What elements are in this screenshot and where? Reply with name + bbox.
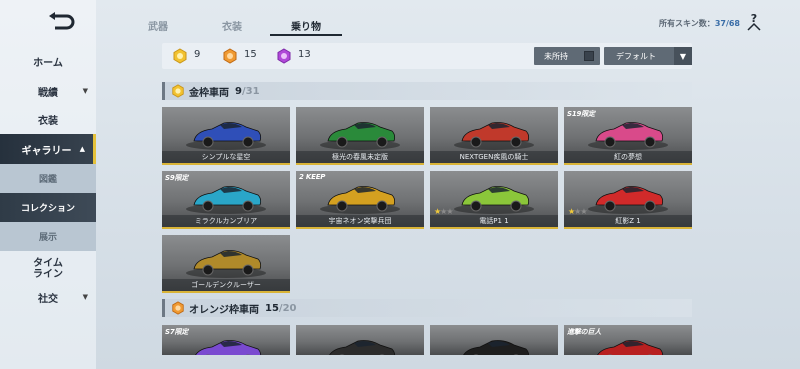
back-arrow-icon bbox=[49, 12, 75, 30]
vehicle-image bbox=[463, 340, 530, 355]
vehicle-image bbox=[320, 122, 400, 150]
vehicle-skin-card[interactable]: 極光の春風未定版 bbox=[296, 107, 424, 165]
sidebar-item-outfit[interactable]: 衣装 bbox=[0, 104, 96, 134]
limited-badge: S7限定 bbox=[165, 328, 189, 336]
sidebar-item-timeline[interactable]: タイム ライン bbox=[0, 252, 96, 286]
owned-skin-count: 所有スキン数：37/68 bbox=[659, 18, 740, 29]
vehicle-skin-card[interactable]: S9限定ミラクルカンブリア bbox=[162, 171, 290, 229]
vehicle-skin-name: ミラクルカンブリア bbox=[162, 215, 290, 227]
vehicle-image bbox=[186, 250, 266, 278]
sort-dropdown[interactable]: デフォルト ▼ bbox=[604, 47, 692, 65]
chevron-down-icon: ▼ bbox=[82, 87, 88, 95]
limited-badge: 進撃の巨人 bbox=[567, 328, 601, 336]
vehicle-skin-card[interactable]: ★★★ 電話P1 1 bbox=[430, 171, 558, 229]
sidebar-item-label: ホーム bbox=[33, 57, 63, 69]
vehicle-skin-card[interactable] bbox=[296, 325, 424, 355]
vehicle-image bbox=[454, 122, 534, 150]
tab-weapons[interactable]: 武器 bbox=[130, 14, 186, 36]
section-total-count: /31 bbox=[241, 85, 260, 97]
help-icon: ? bbox=[747, 12, 761, 31]
sidebar-item-gallery[interactable]: ギャラリー ▲ bbox=[0, 134, 96, 164]
skin-count-label: 所有スキン数： bbox=[659, 19, 715, 28]
filter-bar: 9 15 13 未所持 デフォルト ▼ bbox=[162, 43, 692, 69]
sidebar-item-home[interactable]: ホーム bbox=[0, 46, 96, 76]
vehicle-image bbox=[186, 122, 266, 150]
sidebar-item-label: 図鑑 bbox=[38, 175, 57, 185]
orange-count: 15 bbox=[244, 49, 257, 60]
vehicle-skin-name: シンプルな星空 bbox=[162, 151, 290, 163]
purple-rarity-icon bbox=[277, 48, 291, 64]
limited-badge: 2 KEEP bbox=[299, 173, 326, 181]
vehicle-skin-name: NEXTGEN疾風の騎士 bbox=[430, 151, 558, 163]
limited-badge: S9限定 bbox=[165, 174, 189, 182]
gold-count: 9 bbox=[194, 49, 201, 60]
vehicle-skin-card[interactable]: S19限定紅の夢想 bbox=[564, 107, 692, 165]
tab-outfits[interactable]: 衣装 bbox=[204, 14, 260, 36]
section-header-orange: オレンジ枠車両 15/20 bbox=[162, 299, 692, 317]
orange-rarity-icon bbox=[223, 48, 237, 64]
vehicle-skin-card[interactable]: S7限定 bbox=[162, 325, 290, 355]
vehicle-skin-card[interactable]: 進撃の巨人 bbox=[564, 325, 692, 355]
section-title: 金枠車両 bbox=[189, 87, 229, 99]
unowned-filter-toggle[interactable]: 未所持 bbox=[534, 47, 600, 65]
vehicle-skin-name: ゴールデンクルーザー bbox=[162, 279, 290, 291]
vehicle-skin-card[interactable]: シンプルな星空 bbox=[162, 107, 290, 165]
skin-count-value: 37/68 bbox=[714, 19, 740, 28]
section-owned-count: 15 bbox=[265, 302, 279, 314]
checkbox-icon bbox=[584, 51, 594, 61]
vehicle-skin-card[interactable] bbox=[430, 325, 558, 355]
active-tab-underline bbox=[270, 34, 342, 36]
vehicle-skin-card[interactable]: ★★★ 紅影Z 1 bbox=[564, 171, 692, 229]
section-title: オレンジ枠車両 bbox=[189, 304, 259, 316]
vehicle-skin-card[interactable]: 2 KEEP 宇宙ネオン突撃兵団 bbox=[296, 171, 424, 229]
vehicle-skin-card[interactable]: NEXTGEN疾風の騎士 bbox=[430, 107, 558, 165]
vehicle-skin-name: 電話P1 1 bbox=[430, 215, 558, 227]
sidebar-item-label: コレクション bbox=[20, 204, 75, 214]
unowned-filter-label: 未所持 bbox=[544, 51, 568, 61]
back-button[interactable] bbox=[46, 10, 76, 34]
chevron-down-icon: ▼ bbox=[82, 293, 88, 301]
sidebar-item-career[interactable]: 戦績 ▼ bbox=[0, 76, 96, 106]
sidebar-item-label: ギャラリー bbox=[21, 145, 72, 157]
sidebar-subitem-illustrated[interactable]: 図鑑 bbox=[0, 164, 96, 193]
section-owned-count: 9 bbox=[235, 85, 242, 97]
sidebar: ホーム 戦績 ▼ 衣装 ギャラリー ▲ 図鑑 コレクション 展示 タイム ライン 社… bbox=[0, 0, 96, 369]
tab-vehicles[interactable]: 乗り物 bbox=[270, 14, 342, 36]
sidebar-item-label: 衣装 bbox=[38, 115, 58, 127]
limited-badge: S19限定 bbox=[567, 110, 595, 118]
sidebar-item-label: タイム ライン bbox=[33, 258, 63, 280]
sidebar-item-label: 社交 bbox=[38, 293, 58, 305]
section-total-count: /20 bbox=[278, 302, 297, 314]
chevron-down-icon: ▼ bbox=[674, 47, 692, 65]
section-header-gold: 金枠車両 9/31 bbox=[162, 82, 692, 100]
vehicle-image bbox=[329, 340, 396, 355]
sidebar-subitem-collection[interactable]: コレクション bbox=[0, 193, 96, 222]
orange-rarity-icon bbox=[172, 301, 184, 315]
sidebar-item-label: 戦績 bbox=[38, 87, 58, 99]
vehicle-skin-name: 極光の春風未定版 bbox=[296, 151, 424, 163]
sidebar-subitem-display[interactable]: 展示 bbox=[0, 222, 96, 251]
gold-rarity-icon bbox=[173, 48, 187, 64]
vehicle-skin-name: 紅の夢想 bbox=[564, 151, 692, 163]
vehicle-skin-card[interactable]: ゴールデンクルーザー bbox=[162, 235, 290, 293]
gold-rarity-icon bbox=[172, 84, 184, 98]
vehicle-skin-name: 宇宙ネオン突撃兵団 bbox=[296, 215, 424, 227]
sort-dropdown-value: デフォルト bbox=[616, 51, 656, 61]
sidebar-item-label: 展示 bbox=[38, 233, 57, 243]
help-button[interactable]: ? bbox=[746, 10, 762, 32]
chevron-up-icon: ▲ bbox=[79, 145, 85, 153]
sidebar-item-social[interactable]: 社交 ▼ bbox=[0, 282, 96, 312]
purple-count: 13 bbox=[298, 49, 311, 60]
vehicle-skin-name: 紅影Z 1 bbox=[564, 215, 692, 227]
